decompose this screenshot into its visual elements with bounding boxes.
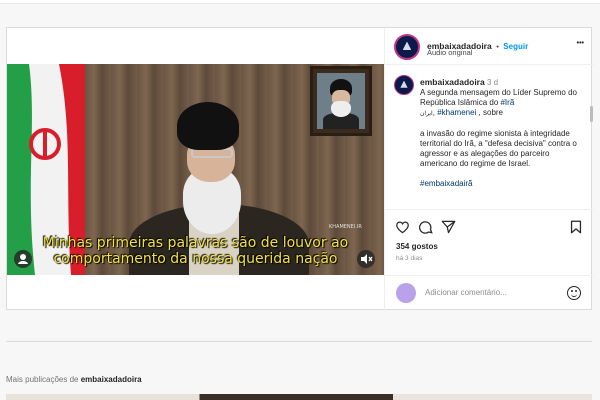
caption-paragraph: a invasão do regime sionista à integrida… [420, 129, 577, 168]
heart-icon[interactable] [395, 220, 410, 236]
caption-text: embaixadadoira 3 d A segunda mensagem do… [420, 77, 577, 188]
send-icon[interactable] [441, 220, 456, 236]
top-bar [0, 0, 600, 4]
post-card: KHAMENEI.IR Minhas primeiras palavras sã… [6, 27, 594, 311]
video-watermark: KHAMENEI.IR [329, 224, 362, 230]
video-player[interactable]: KHAMENEI.IR Minhas primeiras palavras sã… [7, 64, 384, 275]
tagged-user-icon[interactable] [14, 250, 32, 268]
post-header: embaixadadoira • Seguir Áudio original •… [385, 28, 594, 65]
action-bar: 354 gostos há 3 dias [385, 209, 594, 269]
likes-count[interactable]: 354 gostos [396, 242, 438, 251]
more-options-icon[interactable]: ••• [577, 40, 584, 47]
caption-username[interactable]: embaixadadoira [420, 77, 485, 87]
comment-input[interactable]: Adicionar comentário... [425, 288, 507, 297]
volume-icon[interactable] [357, 250, 375, 268]
caption-scrollbar[interactable] [590, 106, 593, 122]
comment-box: Adicionar comentário... [385, 275, 594, 311]
follow-button[interactable]: Seguir [503, 42, 528, 51]
comment-icon[interactable] [418, 220, 433, 236]
hashtag-embaixada[interactable]: #embaixadairã [420, 179, 472, 188]
caption-time: 3 d [486, 78, 499, 87]
portrait-frame [310, 66, 372, 136]
emoji-icon[interactable] [567, 286, 581, 300]
posted-ago: há 3 dias [396, 255, 423, 262]
author-avatar[interactable] [394, 34, 420, 60]
more-posts-heading: Mais publicações de embaixadadoira [6, 375, 142, 384]
post-sidebar: embaixadadoira • Seguir Áudio original •… [384, 28, 594, 311]
hashtag-ira[interactable]: #Irã [500, 98, 514, 107]
dot-separator: • [496, 42, 499, 51]
caption-avatar[interactable] [394, 75, 414, 95]
section-divider [6, 341, 592, 342]
hashtag-khamenei[interactable]: #khamenei [437, 108, 476, 117]
caption-area: embaixadadoira 3 d A segunda mensagem do… [385, 66, 594, 209]
user-avatar [396, 283, 416, 303]
speaker-turban [177, 102, 239, 150]
more-posts-username[interactable]: embaixadadoira [81, 375, 142, 384]
video-subtitle: Minhas primeiras palavras são de louvor … [42, 235, 349, 267]
audio-label[interactable]: Áudio original [427, 48, 472, 57]
bookmark-icon[interactable] [570, 220, 582, 236]
more-posts-thumbnails[interactable] [6, 394, 592, 400]
